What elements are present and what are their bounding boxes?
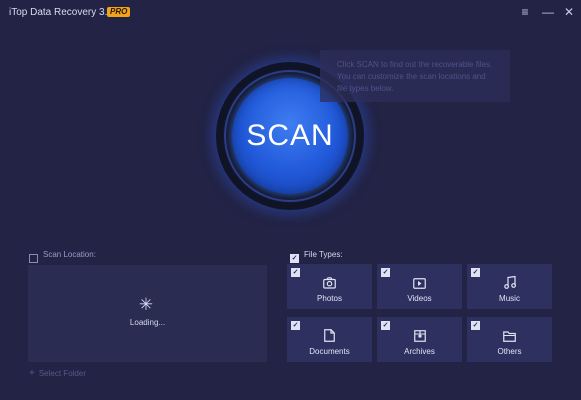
- select-folder-button[interactable]: + Select Folder: [29, 368, 86, 379]
- document-icon: [287, 329, 372, 343]
- scan-location-panel: ✳ Loading...: [28, 265, 267, 362]
- folder-icon: [467, 329, 552, 343]
- scan-tooltip: Click SCAN to find out the recoverable f…: [320, 50, 510, 102]
- pro-badge: PRO: [107, 7, 131, 17]
- file-type-tile-videos[interactable]: ✓ Videos: [377, 264, 462, 309]
- file-types-checkbox[interactable]: ✓: [290, 254, 299, 264]
- archives-label: Archives: [404, 347, 435, 356]
- menu-button[interactable]: ≡: [518, 5, 532, 19]
- loading-text: Loading...: [129, 318, 166, 327]
- app-title: iTop Data Recovery 3.0: [9, 7, 113, 18]
- scan-location-header: Scan Location:: [29, 250, 96, 264]
- others-label: Others: [497, 347, 522, 356]
- minimize-button[interactable]: —: [541, 5, 555, 19]
- loading-spinner-icon: ✳: [138, 295, 154, 314]
- title-bar: iTop Data Recovery 3.0 PRO ≡ — ✕: [0, 0, 581, 24]
- file-types-header: ✓ File Types:: [290, 250, 343, 264]
- file-types-label: File Types:: [304, 250, 343, 259]
- tooltip-line: You can customize the scan locations and: [337, 72, 486, 81]
- scan-location-label: Scan Location:: [43, 250, 96, 259]
- documents-label: Documents: [309, 347, 350, 356]
- music-note-icon: [467, 275, 552, 290]
- select-folder-label: Select Folder: [38, 369, 86, 378]
- file-type-tile-others[interactable]: ✓ Others: [467, 317, 552, 362]
- tooltip-line: file types below.: [337, 84, 394, 93]
- close-button[interactable]: ✕: [562, 5, 576, 19]
- file-type-tile-photos[interactable]: ✓ Photos: [287, 264, 372, 309]
- file-type-tile-archives[interactable]: ✓ Archives: [377, 317, 462, 362]
- file-type-tile-documents[interactable]: ✓ Documents: [287, 317, 372, 362]
- photos-label: Photos: [317, 294, 342, 303]
- videos-label: Videos: [407, 294, 432, 303]
- video-icon: [377, 276, 462, 290]
- tooltip-line: Click SCAN to find out the recoverable f…: [337, 60, 493, 69]
- scan-location-checkbox[interactable]: [29, 254, 38, 264]
- plus-icon: +: [29, 368, 35, 379]
- archive-icon: [377, 329, 462, 343]
- music-label: Music: [499, 294, 520, 303]
- camera-icon: [287, 276, 372, 290]
- file-type-tile-music[interactable]: ✓ Music: [467, 264, 552, 309]
